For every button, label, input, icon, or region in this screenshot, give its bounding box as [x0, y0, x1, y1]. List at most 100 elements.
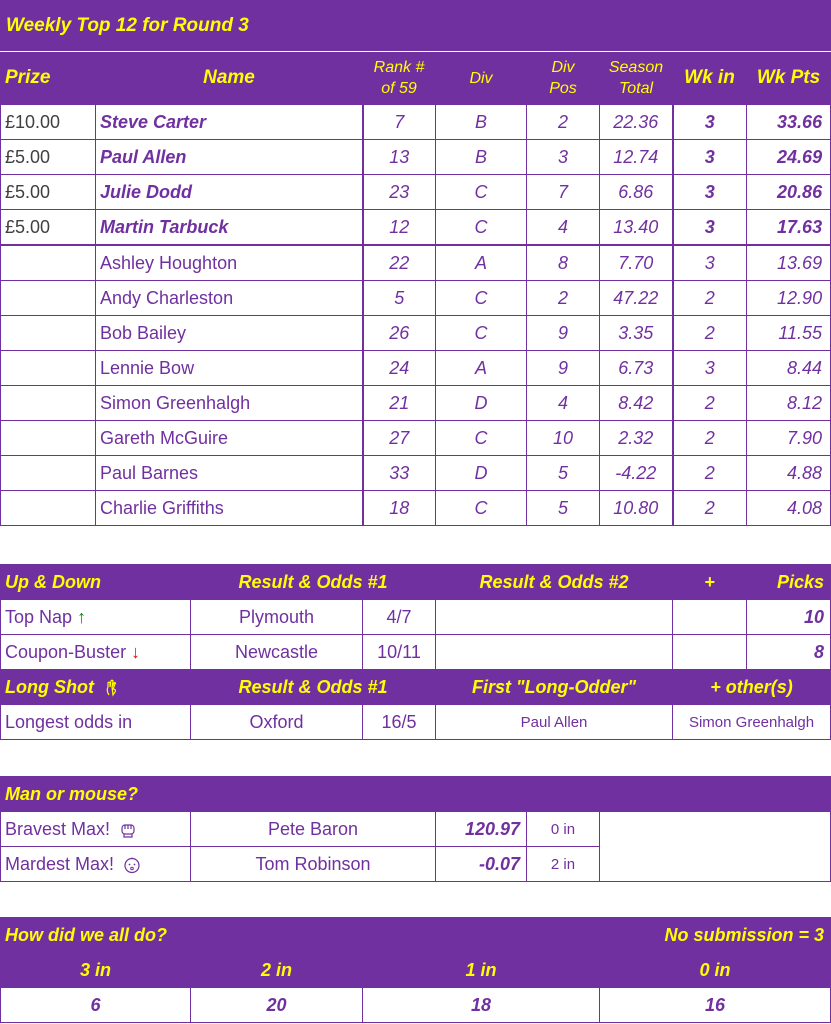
top-nap-plus [672, 599, 748, 635]
header-rank: Rank # of 59 [362, 51, 436, 105]
rank-cell: 27 [362, 420, 436, 456]
long-shot-others-header: + other(s) [672, 669, 831, 705]
season-cell: 6.73 [599, 350, 673, 386]
updown-plus-header: + [672, 564, 748, 600]
table-row: Bob Bailey 26 C 9 3.35 2 11.55 [0, 315, 831, 351]
long-shot-header: Long Shot [0, 669, 191, 705]
summary-value-2in: 20 [190, 987, 363, 1023]
div-cell: B [435, 139, 527, 175]
long-shot-result1-header: Result & Odds #1 [189, 669, 437, 705]
wkpts-cell: 20.86 [745, 174, 831, 210]
mouse-blank-right [598, 811, 831, 882]
name-cell: Lennie Bow [95, 350, 364, 386]
div-cell: B [435, 104, 527, 140]
season-cell: 7.70 [599, 244, 673, 281]
wkin-cell: 3 [671, 209, 747, 246]
summary-value-3in: 6 [0, 987, 191, 1023]
rank-cell: 26 [362, 315, 436, 351]
summary-header-2in: 2 in [190, 952, 363, 988]
wkin-cell: 3 [671, 139, 747, 175]
header-name: Name [95, 51, 363, 105]
prize-cell [0, 455, 96, 491]
wkin-cell: 2 [671, 455, 747, 491]
rank-cell: 18 [362, 490, 436, 526]
bravest-name: Pete Baron [190, 811, 436, 847]
wkpts-cell: 24.69 [745, 139, 831, 175]
divpos-cell: 10 [526, 420, 600, 456]
summary-nosub: No submission = 3 [361, 917, 831, 953]
rank-cell: 24 [362, 350, 436, 386]
longest-odds-first: Paul Allen [435, 704, 674, 740]
table-row: Simon Greenhalgh 21 D 4 8.42 2 8.12 [0, 385, 831, 421]
name-cell: Martin Tarbuck [95, 209, 364, 246]
rank-cell: 33 [362, 455, 436, 491]
summary-header-3in: 3 in [0, 952, 191, 988]
prize-cell: £5.00 [0, 209, 96, 246]
table-row: Charlie Griffiths 18 C 5 10.80 2 4.08 [0, 490, 831, 526]
mouse-header-blank1 [190, 776, 436, 812]
updown-table: Up & Down Result & Odds #1 Result & Odds… [0, 564, 831, 740]
name-cell: Andy Charleston [95, 280, 364, 316]
updown-header: Up & Down [0, 564, 191, 600]
table-row: £5.00 Julie Dodd 23 C 7 6.86 3 20.86 [0, 174, 831, 210]
divpos-cell: 3 [526, 139, 600, 175]
summary-value-1in: 18 [362, 987, 600, 1023]
baby-face-icon [124, 857, 140, 873]
wkin-cell: 2 [671, 280, 747, 316]
top-nap-label: Top Nap ↑ [0, 599, 191, 635]
name-cell: Bob Bailey [95, 315, 364, 351]
summary-table: How did we all do? No submission = 3 3 i… [0, 917, 831, 1023]
name-cell: Gareth McGuire [95, 420, 364, 456]
long-shot-first-header: First "Long-Odder" [435, 669, 674, 705]
divpos-cell: 2 [526, 104, 600, 140]
rank-cell: 21 [362, 385, 436, 421]
season-cell: 2.32 [599, 420, 673, 456]
rank-cell: 23 [362, 174, 436, 210]
name-cell: Paul Allen [95, 139, 364, 175]
prize-cell: £10.00 [0, 104, 96, 140]
wkin-cell: 3 [671, 350, 747, 386]
prize-cell [0, 490, 96, 526]
coupon-buster-plus [672, 634, 748, 670]
longest-odds-label: Longest odds in [0, 704, 191, 740]
top-nap-picks: 10 [746, 599, 831, 635]
divpos-cell: 5 [526, 455, 600, 491]
crossed-fingers-icon [106, 679, 117, 697]
bravest-label: Bravest Max! [0, 811, 191, 847]
rank-cell: 22 [362, 244, 436, 281]
table-row: Ashley Houghton 22 A 8 7.70 3 13.69 [0, 244, 831, 281]
header-season: Season Total [599, 51, 673, 105]
header-wkin: Wk in [672, 51, 747, 105]
updown-picks-header: Picks [746, 564, 831, 600]
div-cell: A [435, 244, 527, 281]
wkpts-cell: 13.69 [745, 244, 831, 281]
wkpts-cell: 7.90 [745, 420, 831, 456]
season-cell: 8.42 [599, 385, 673, 421]
wkpts-cell: 11.55 [745, 315, 831, 351]
divpos-cell: 7 [526, 174, 600, 210]
wkpts-cell: 17.63 [745, 209, 831, 246]
mouse-header-blank2 [434, 776, 831, 812]
table-row: Andy Charleston 5 C 2 47.22 2 12.90 [0, 280, 831, 316]
man-or-mouse-table: Man or mouse? Bravest Max! Pete Baron 12… [0, 776, 831, 882]
longest-odds-others: Simon Greenhalgh [672, 704, 831, 740]
name-cell: Steve Carter [95, 104, 364, 140]
header-div: Div [435, 51, 527, 105]
wkpts-cell: 8.12 [745, 385, 831, 421]
season-cell: 3.35 [599, 315, 673, 351]
wkpts-cell: 12.90 [745, 280, 831, 316]
table-row: Gareth McGuire 27 C 10 2.32 2 7.90 [0, 420, 831, 456]
weekly-title: Weekly Top 12 for Round 3 [0, 0, 831, 52]
div-cell: C [435, 209, 527, 246]
top-nap-odds: 4/7 [361, 599, 437, 635]
longest-odds-team: Oxford [190, 704, 363, 740]
wkin-cell: 2 [671, 315, 747, 351]
coupon-buster-label: Coupon-Buster ↓ [0, 634, 191, 670]
div-cell: C [435, 280, 527, 316]
wkin-cell: 3 [671, 174, 747, 210]
div-cell: C [435, 420, 527, 456]
divpos-cell: 2 [526, 280, 600, 316]
wkin-cell: 3 [671, 244, 747, 281]
arrow-down-icon: ↓ [131, 641, 141, 662]
divpos-cell: 8 [526, 244, 600, 281]
